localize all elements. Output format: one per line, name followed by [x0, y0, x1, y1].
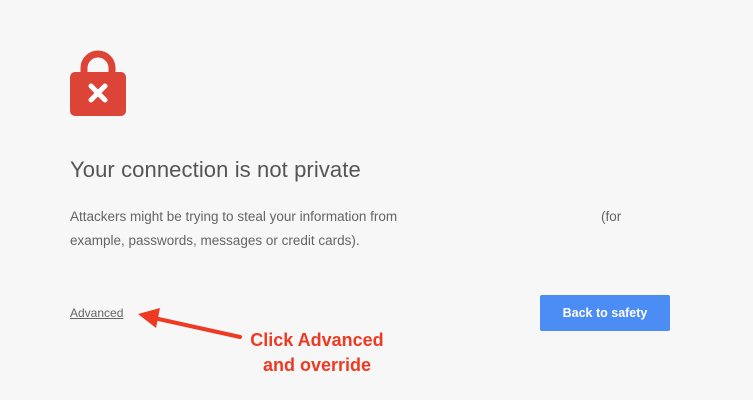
annotation-line2: and override — [262, 355, 372, 375]
advanced-link[interactable]: Advanced — [70, 306, 123, 320]
description-line2: example, passwords, messages or credit c… — [70, 233, 360, 248]
annotation-text: Click Advanced and override — [232, 328, 402, 378]
annotation-arrow — [138, 308, 242, 339]
back-to-safety-button[interactable]: Back to safety — [540, 295, 670, 331]
description-line1-start: Attackers might be trying to steal your … — [70, 209, 398, 224]
page-title: Your connection is not private — [70, 157, 361, 182]
interstitial-page: Your connection is not private Attackers… — [0, 0, 753, 400]
lock-error-icon — [70, 50, 126, 116]
description-line1-end: (for — [601, 209, 622, 224]
annotation-line1: Click Advanced — [250, 330, 384, 350]
description: Attackers might be trying to steal your … — [70, 205, 640, 253]
